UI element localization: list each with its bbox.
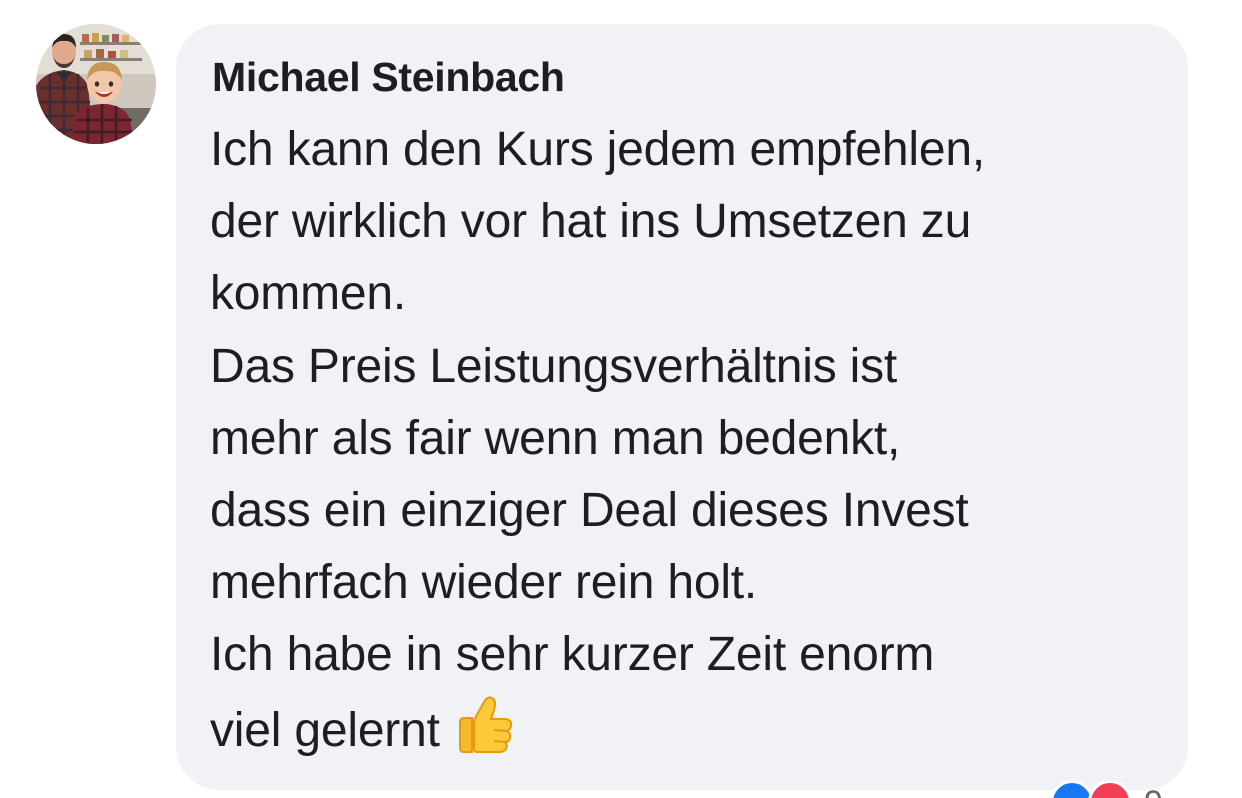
comment-line: mehr als fair wenn man bedenkt,: [210, 411, 901, 465]
reaction-count: 9: [1144, 784, 1163, 798]
love-reaction-icon: [1088, 780, 1132, 798]
like-reaction-icon: [1050, 780, 1094, 798]
thumbs-up-icon: [454, 692, 514, 777]
avatar-photo: [36, 24, 156, 144]
comment-line: kommen.: [210, 267, 406, 321]
comment-line: mehrfach wieder rein holt.: [210, 556, 758, 610]
comment-line: der wirklich vor hat ins Umsetzen zu: [210, 195, 972, 249]
comment-author[interactable]: Michael Steinbach: [212, 54, 565, 101]
comment-line: Ich kann den Kurs jedem empfehlen,: [210, 123, 986, 176]
comment-thread: Michael Steinbach Ich kann den Kurs jede…: [0, 0, 1242, 798]
comment-bubble: Michael Steinbach Ich kann den Kurs jede…: [176, 24, 1188, 790]
comment-line: Ich habe in sehr kurzer Zeit enorm: [210, 628, 935, 682]
avatar[interactable]: [36, 24, 156, 144]
reaction-summary[interactable]: 9: [1044, 774, 1194, 798]
comment-line: dass ein einziger Deal dieses Invest: [210, 484, 969, 538]
comment-text: Ich kann den Kurs jedem empfehlen, der w…: [210, 114, 1170, 777]
comment-line-last: viel gelernt: [210, 692, 1170, 777]
comment-line-text: viel gelernt: [210, 703, 440, 757]
comment-line: Das Preis Leistungsverhältnis ist: [210, 339, 898, 393]
